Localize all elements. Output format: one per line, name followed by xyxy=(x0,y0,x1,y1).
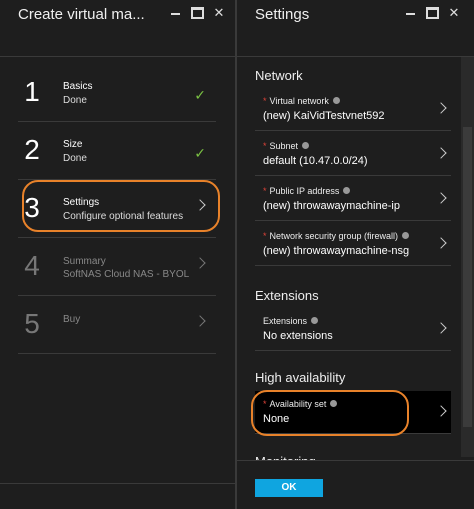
step-number: 2 xyxy=(24,134,40,165)
blade-title: Create virtual ma... xyxy=(18,6,145,23)
maximize-icon[interactable] xyxy=(188,4,206,22)
field-value: (new) throwawaymachine-nsg xyxy=(263,245,410,257)
chevron-right-icon xyxy=(194,315,206,327)
active-step-highlight xyxy=(22,180,220,232)
field-value: default (10.47.0.0/24) xyxy=(263,155,368,167)
info-icon[interactable] xyxy=(402,232,410,239)
step-subtitle: SoftNAS Cloud NAS - BYOL xyxy=(63,269,190,280)
step-title: Size xyxy=(63,139,83,150)
create-vm-title-bar: Create virtual ma... ✕ xyxy=(0,0,235,32)
subnet-field[interactable]: * Subnet default (10.47.0.0/24) xyxy=(255,133,451,176)
field-value: (new) KaiVidTestvnet592 xyxy=(263,110,385,122)
scrollbar-thumb[interactable] xyxy=(463,127,472,427)
maximize-icon[interactable] xyxy=(423,4,441,22)
step-number: 5 xyxy=(24,308,40,339)
section-network-title: Network xyxy=(255,68,303,83)
minimize-icon[interactable] xyxy=(166,4,184,22)
required-marker: * xyxy=(263,186,267,196)
required-marker: * xyxy=(263,96,267,106)
footer-divider xyxy=(237,460,474,461)
chevron-right-icon xyxy=(435,192,447,204)
info-icon[interactable] xyxy=(343,187,351,194)
info-icon[interactable] xyxy=(302,142,310,149)
section-extensions-title: Extensions xyxy=(255,288,319,303)
required-marker: * xyxy=(263,141,267,151)
settings-title-bar: Settings ✕ xyxy=(237,0,474,32)
availability-set-highlight xyxy=(251,390,409,436)
step-summary: 4 Summary SoftNAS Cloud NAS - BYOL xyxy=(18,239,216,296)
field-label: Subnet xyxy=(269,141,299,151)
extensions-field[interactable]: Extensions No extensions xyxy=(255,308,451,351)
step-number: 1 xyxy=(24,76,40,107)
chevron-right-icon xyxy=(435,102,447,114)
step-subtitle: Done xyxy=(63,95,87,106)
step-subtitle: Done xyxy=(63,153,87,164)
field-label: Network security group (firewall) xyxy=(269,231,399,241)
header-divider xyxy=(237,56,474,57)
chevron-right-icon xyxy=(435,237,447,249)
close-icon[interactable]: ✕ xyxy=(445,4,463,22)
info-icon[interactable] xyxy=(311,317,319,324)
checkmark-icon: ✓ xyxy=(194,145,206,161)
step-basics[interactable]: 1 Basics Done ✓ xyxy=(18,65,216,122)
step-buy: 5 Buy xyxy=(18,297,216,354)
required-marker: * xyxy=(263,231,267,241)
info-icon[interactable] xyxy=(332,97,340,104)
step-size[interactable]: 2 Size Done ✓ xyxy=(18,123,216,180)
chevron-right-icon xyxy=(435,322,447,334)
header-divider xyxy=(0,56,235,57)
virtual-network-field[interactable]: * Virtual network (new) KaiVidTestvnet592 xyxy=(255,88,451,131)
scrollbar[interactable] xyxy=(461,57,474,457)
step-title: Summary xyxy=(63,256,106,267)
field-label: Virtual network xyxy=(269,96,329,106)
public-ip-field[interactable]: * Public IP address (new) throwawaymachin… xyxy=(255,178,451,221)
field-value: (new) throwawaymachine-ip xyxy=(263,200,400,212)
chevron-right-icon xyxy=(435,405,447,417)
checkmark-icon: ✓ xyxy=(194,87,206,103)
close-icon[interactable]: ✕ xyxy=(210,4,228,22)
chevron-right-icon xyxy=(435,147,447,159)
create-vm-blade: Create virtual ma... ✕ 1 Basics Done ✓ 2… xyxy=(0,0,235,509)
ok-button[interactable]: OK xyxy=(255,479,323,497)
minimize-icon[interactable] xyxy=(401,4,419,22)
field-label: Extensions xyxy=(263,316,308,326)
blade-title: Settings xyxy=(255,6,310,23)
network-security-group-field[interactable]: * Network security group (firewall) (new)… xyxy=(255,223,451,266)
footer-divider xyxy=(0,483,235,484)
step-number: 4 xyxy=(24,250,40,281)
chevron-right-icon xyxy=(194,257,206,269)
step-title: Buy xyxy=(63,314,81,325)
field-value: No extensions xyxy=(263,330,333,342)
step-title: Basics xyxy=(63,81,93,92)
field-label: Public IP address xyxy=(269,186,340,196)
section-high-availability-title: High availability xyxy=(255,370,346,385)
